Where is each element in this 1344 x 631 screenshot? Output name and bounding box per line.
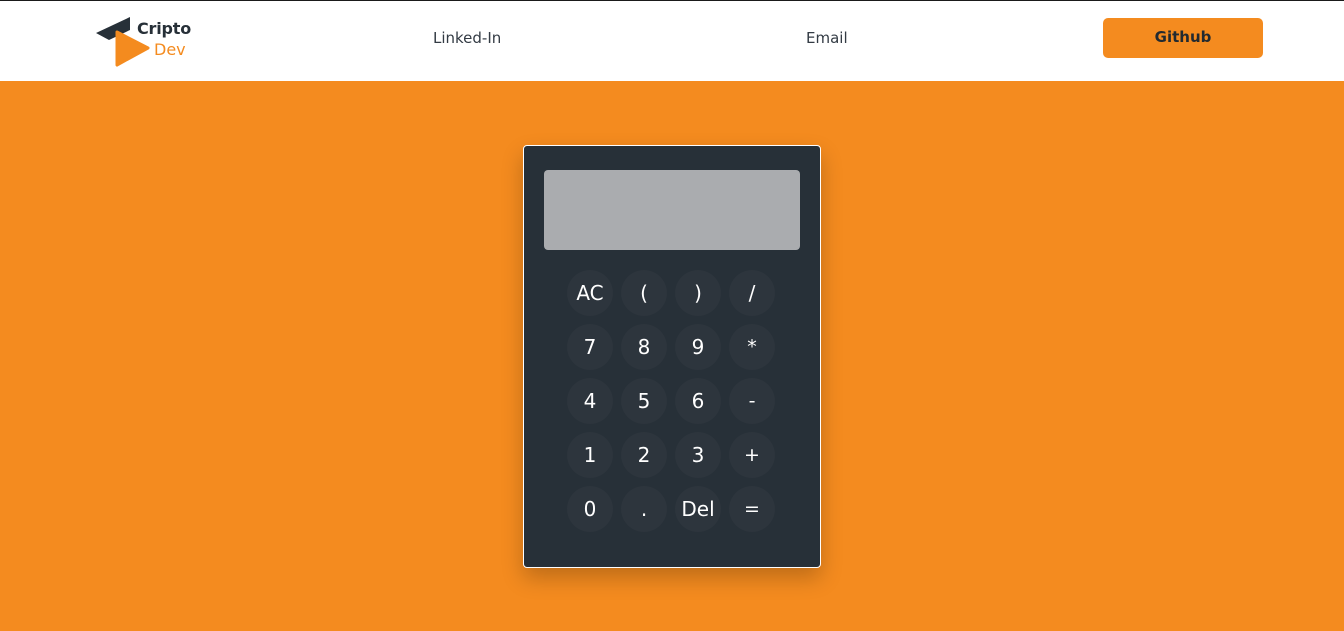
key-4[interactable]: 4 [567, 378, 613, 424]
key-decimal[interactable]: . [621, 486, 667, 532]
nav-link-linkedin[interactable]: Linked-In [433, 29, 501, 47]
key-delete[interactable]: Del [675, 486, 721, 532]
logo-text-cripto: Cripto [137, 19, 192, 38]
key-0[interactable]: 0 [567, 486, 613, 532]
github-button[interactable]: Github [1103, 18, 1263, 58]
calculator: AC ( ) / 7 8 9 * 4 5 6 - 1 2 3 + 0 . Del… [523, 145, 821, 568]
key-8[interactable]: 8 [621, 324, 667, 370]
logo-text-dev: Dev [154, 40, 186, 59]
navbar: Cripto Dev Linked-In Email Github [0, 0, 1344, 81]
key-multiply[interactable]: * [729, 324, 775, 370]
key-5[interactable]: 5 [621, 378, 667, 424]
key-3[interactable]: 3 [675, 432, 721, 478]
key-divide[interactable]: / [729, 270, 775, 316]
keypad: AC ( ) / 7 8 9 * 4 5 6 - 1 2 3 + 0 . Del… [567, 270, 775, 532]
brand-logo[interactable]: Cripto Dev [95, 16, 205, 68]
key-9[interactable]: 9 [675, 324, 721, 370]
key-right-paren[interactable]: ) [675, 270, 721, 316]
key-6[interactable]: 6 [675, 378, 721, 424]
calculator-display [544, 170, 800, 250]
key-2[interactable]: 2 [621, 432, 667, 478]
key-equals[interactable]: = [729, 486, 775, 532]
key-all-clear[interactable]: AC [567, 270, 613, 316]
key-minus[interactable]: - [729, 378, 775, 424]
nav-link-email[interactable]: Email [806, 29, 848, 47]
key-1[interactable]: 1 [567, 432, 613, 478]
key-7[interactable]: 7 [567, 324, 613, 370]
key-left-paren[interactable]: ( [621, 270, 667, 316]
key-plus[interactable]: + [729, 432, 775, 478]
